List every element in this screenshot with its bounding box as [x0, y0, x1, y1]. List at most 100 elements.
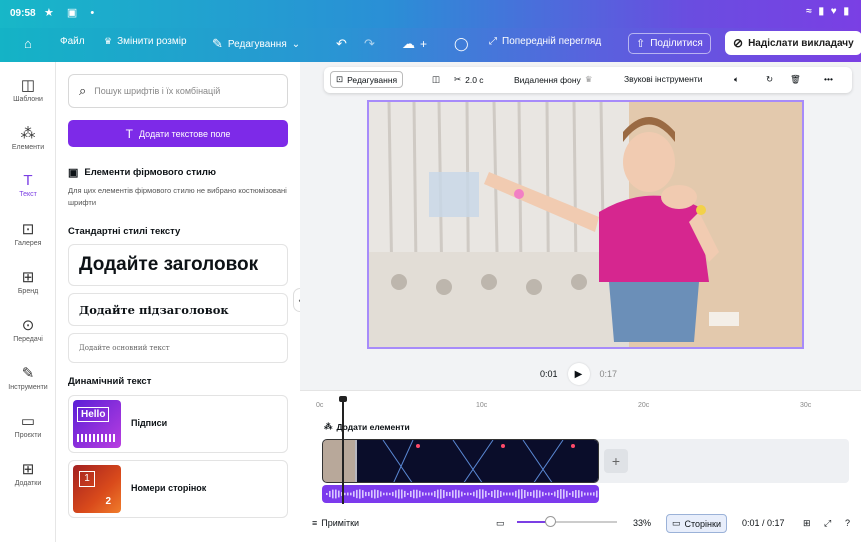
rail-item-elements[interactable]: ⁂ Елементи — [0, 124, 56, 151]
zoom-percent[interactable]: 33% — [633, 518, 651, 528]
default-styles-heading: Стандартні стилі тексту — [68, 226, 181, 237]
fullscreen-button[interactable]: ⤢ — [824, 518, 831, 529]
notes-label: Примітки — [321, 518, 360, 528]
preview-button[interactable]: ⤢ Попередній перегляд — [489, 36, 601, 47]
play-button[interactable]: ▶ — [567, 363, 590, 385]
timeline-icon: ▭ — [496, 518, 505, 528]
timeline-tick: 20с — [638, 402, 650, 409]
font-search-input[interactable]: ⌕ Пошук шрифтів і їх комбінацій — [68, 74, 288, 108]
rail-item-gallery[interactable]: ⊡ Галерея — [0, 220, 56, 247]
trim-button[interactable]: ✂ 2.0 с — [454, 74, 484, 85]
audio-tools-label: Звукові інструменти — [624, 74, 703, 84]
brand-kit-heading: ▣ Елементи фірмового стилю — [68, 166, 216, 179]
check-circle-icon: ⊘ — [733, 36, 744, 50]
help-icon: ? — [845, 518, 851, 528]
add-clip-button[interactable]: + — [604, 449, 628, 473]
brand-icon: ⊞ — [21, 269, 35, 286]
editor-toolbar: ⌂ Файл ♛ Змінити розмір ✎ Редагування ⌄ … — [0, 28, 861, 62]
redo-button[interactable]: ↷ — [364, 36, 375, 52]
add-heading-label: Додайте заголовок — [79, 254, 259, 275]
file-label: Файл — [60, 36, 85, 47]
tools-icon: ✎ — [21, 365, 35, 382]
add-heading-card[interactable]: Додайте заголовок — [68, 244, 288, 286]
rail-item-uploads[interactable]: ⊙ Передачі — [0, 316, 56, 343]
comment-button[interactable]: ◯ — [454, 36, 469, 52]
pages-button[interactable]: ▭ Сторінки — [666, 514, 727, 533]
time-readout-label: 0:01 / 0:17 — [742, 518, 785, 528]
send-to-teacher-button[interactable]: ⊘ Надіслати викладачу — [725, 31, 861, 55]
delete-button[interactable]: 🗑︎ — [790, 74, 801, 85]
text-icon: T — [125, 126, 133, 141]
animate-icon: ↻ — [766, 74, 774, 84]
add-text-box-button[interactable]: T Додати текстове поле — [68, 120, 288, 147]
video-canvas[interactable] — [367, 100, 804, 349]
current-time: 0:01 — [540, 369, 558, 379]
add-elements-button[interactable]: ⁂ Додати елементи — [324, 421, 410, 432]
add-subheading-label: Додайте підзаголовок — [79, 302, 229, 317]
captions-label: Підписи — [131, 418, 168, 428]
add-text-box-label: Додати текстове поле — [138, 128, 231, 139]
file-menu[interactable]: Файл — [60, 36, 85, 47]
play-icon: ▶ — [574, 368, 583, 380]
left-rail: ◫ Шаблони ⁂ Елементи T Текст ⊡ Галерея ⊞… — [0, 62, 56, 542]
waveform-icon — [77, 434, 115, 442]
background-remover-button[interactable]: Видалення фону ♛ — [514, 74, 592, 85]
undo-button[interactable]: ↶ — [336, 36, 347, 52]
rail-item-apps[interactable]: ⊞ Додатки — [0, 460, 56, 487]
share-label: Поділитися — [650, 38, 703, 49]
more-options-button[interactable]: ••• — [824, 74, 833, 84]
notification-icons: ★ ▣ • — [44, 7, 100, 19]
help-button[interactable]: ? — [845, 518, 850, 528]
redo-icon: ↷ — [364, 36, 375, 51]
edit-video-button[interactable]: ⊡ Редагування — [330, 71, 404, 88]
rail-item-text[interactable]: T Текст — [0, 172, 56, 198]
scissors-icon: ✂ — [454, 74, 462, 84]
notes-button[interactable]: ≡ Примітки — [312, 518, 359, 528]
undo-icon: ↶ — [336, 36, 347, 51]
captions-card[interactable]: Hello Підписи — [68, 395, 288, 453]
add-subheading-card[interactable]: Додайте підзаголовок — [68, 293, 288, 326]
grid-icon: ⊞ — [803, 518, 811, 528]
rail-item-brand[interactable]: ⊞ Бренд — [0, 268, 56, 295]
resize-label: Змінити розмір — [117, 36, 187, 47]
share-icon: ⇧ — [636, 38, 646, 50]
resize-button[interactable]: ♛ Змінити розмір — [104, 36, 187, 47]
bottom-bar: ≡ Примітки ▭ 33% ▭ Сторінки 0:01 / 0:17 … — [300, 508, 861, 542]
rail-item-tools[interactable]: ✎ Інструменти — [0, 364, 56, 391]
add-body-text-card[interactable]: Додайте основний текст — [68, 333, 288, 363]
rail-item-label: Галерея — [14, 240, 42, 247]
volume-button[interactable]: 🔈︎ — [734, 74, 739, 85]
animate-button[interactable]: ↻ — [766, 74, 773, 85]
timeline-tick: 0с — [316, 402, 324, 409]
audio-track[interactable] — [322, 485, 599, 503]
video-frame — [369, 102, 802, 347]
zoom-slider-handle[interactable] — [545, 516, 556, 527]
page-numbers-card[interactable]: 1 2 Номери сторінок — [68, 460, 288, 518]
dynamic-text-heading: Динамічний текст — [68, 376, 152, 387]
editing-mode-dropdown[interactable]: ✎ Редагування ⌄ — [212, 36, 300, 52]
playhead[interactable] — [339, 396, 347, 504]
zoom-slider[interactable] — [517, 516, 617, 527]
chevron-down-icon: ⌄ — [291, 38, 301, 50]
rail-item-projects[interactable]: ▭ Проєкти — [0, 412, 56, 439]
apps-icon: ⊞ — [21, 461, 35, 478]
rail-item-label: Передачі — [13, 336, 43, 343]
grid-view-button[interactable]: ⊞ — [803, 518, 811, 529]
save-status-button[interactable]: ☁ + — [402, 36, 427, 52]
timeline-toggle-button[interactable]: ▭ — [496, 518, 505, 529]
home-button[interactable]: ⌂ — [24, 36, 32, 51]
edit-icon: ⊡ — [336, 74, 344, 84]
rail-item-templates[interactable]: ◫ Шаблони — [0, 76, 56, 103]
video-clip[interactable] — [322, 439, 599, 483]
system-icons: ≈ ▮ ♥ ▮ — [806, 6, 851, 17]
elements-icon: ⁂ — [20, 125, 36, 142]
rail-item-label: Інструменти — [8, 384, 48, 391]
plus-icon: + — [611, 453, 621, 469]
elements-icon: ⁂ — [324, 421, 333, 431]
zoom-percent-label: 33% — [633, 518, 652, 528]
share-button[interactable]: ⇧ Поділитися — [628, 33, 711, 54]
audio-tools-button[interactable]: Звукові інструменти — [624, 74, 702, 84]
brand-kit-description: Для цих елементів фірмового стилю не виб… — [68, 186, 287, 207]
flip-button[interactable]: ◫ — [432, 74, 440, 85]
page-number-thumb-a: 1 — [79, 471, 95, 487]
